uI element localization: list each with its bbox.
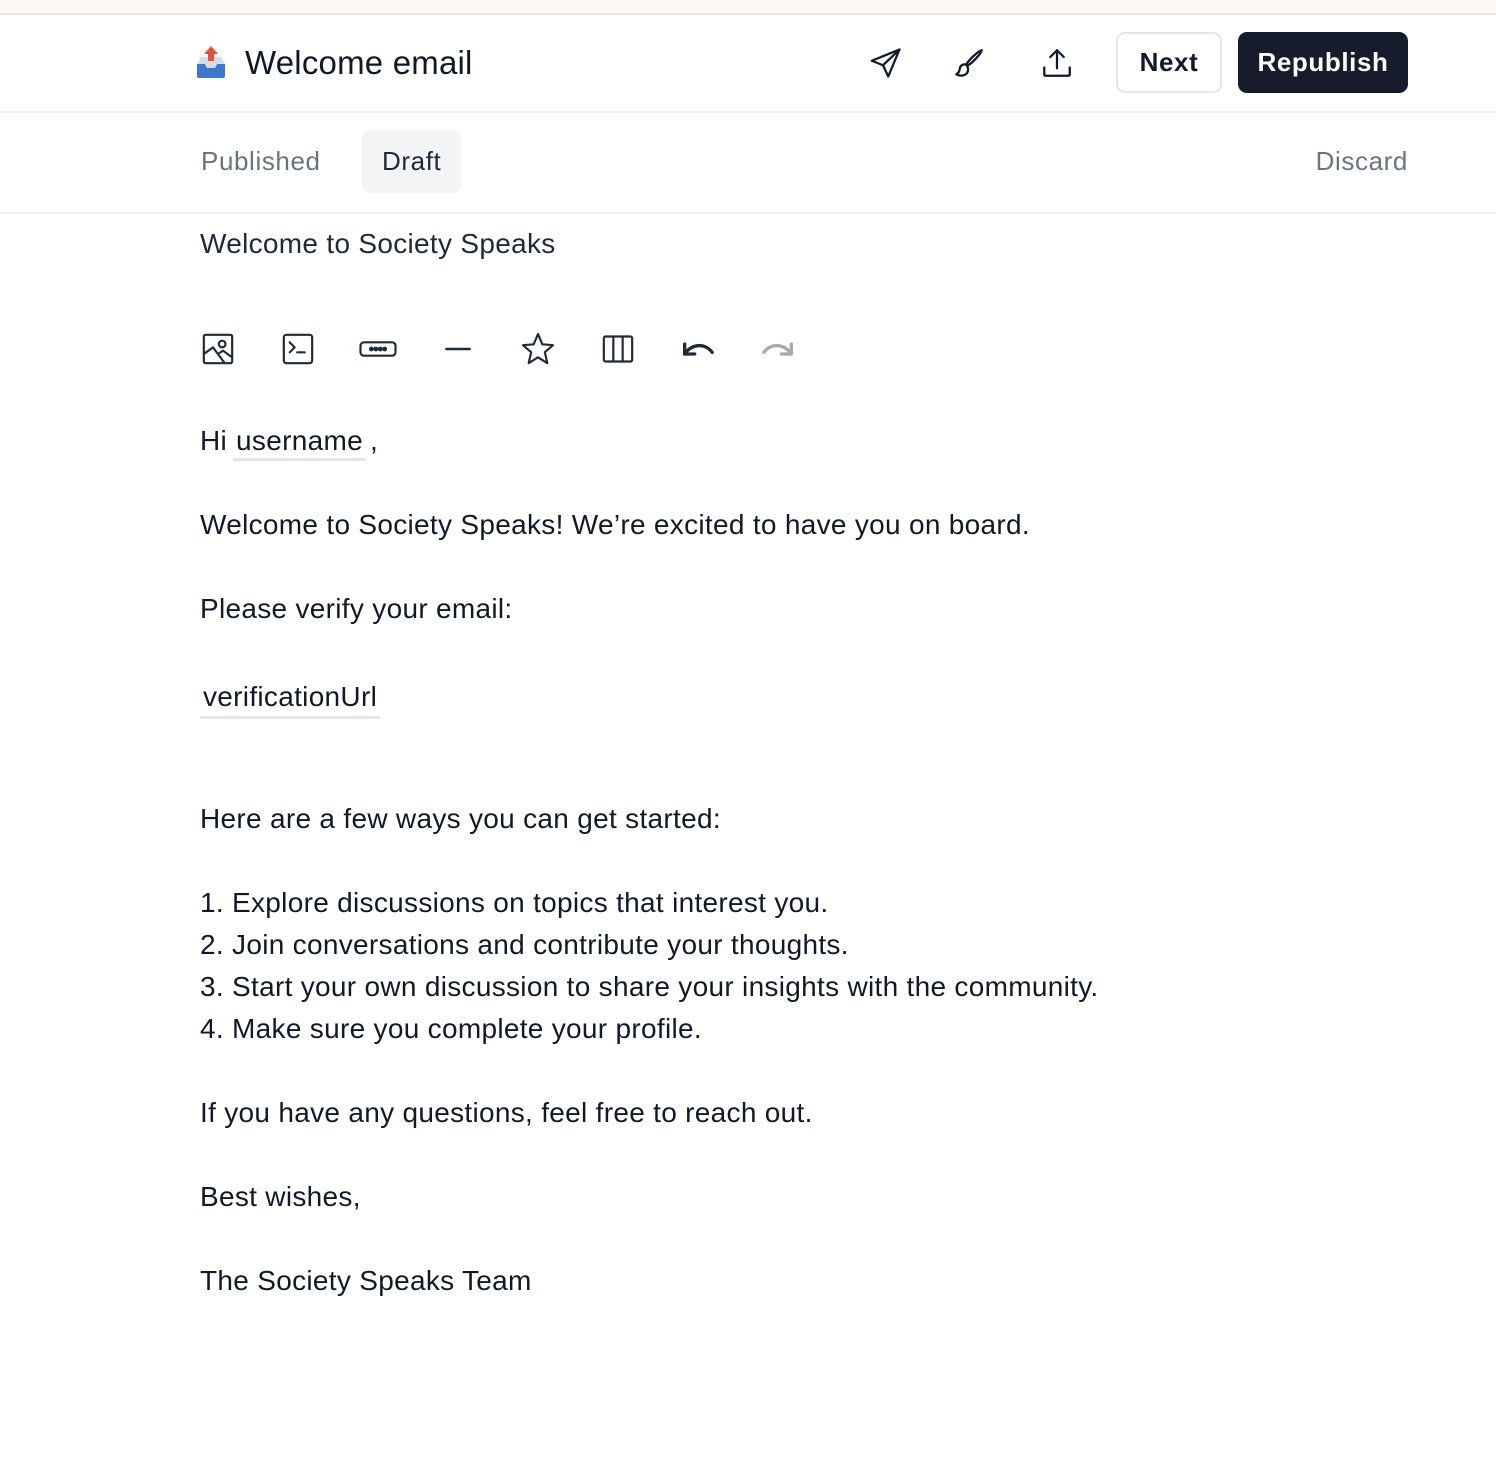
brush-icon [955,49,983,77]
button-icon [359,341,397,357]
tab-published[interactable]: Published [181,130,341,193]
image-icon [202,333,234,365]
insert-divider-button[interactable] [436,326,480,372]
republish-button[interactable]: Republish [1238,32,1408,93]
get-started-line: Here are a few ways you can get started: [200,803,721,834]
greeting-line: Hi username, [200,420,1300,462]
email-body[interactable]: Hi username, Welcome to Society Speaks! W… [200,420,1300,1302]
variable-chip-username[interactable]: username [233,424,366,461]
redo-icon [762,342,793,356]
star-icon [521,332,555,365]
insert-html-button[interactable] [276,326,320,372]
style-button[interactable] [945,39,993,87]
export-button[interactable] [1033,39,1081,87]
list-item: 4. Make sure you complete your profile. [200,1013,702,1044]
signoff-line: Best wishes, [200,1181,361,1212]
page-title: Welcome email [245,44,473,81]
next-button[interactable]: Next [1116,32,1222,93]
questions-line: If you have any questions, feel free to … [200,1097,813,1128]
verify-line: Please verify your email: [200,593,513,624]
greeting-suffix: , [369,425,379,456]
variable-chip-verification-url[interactable]: verificationUrl [200,678,381,719]
send-test-button[interactable] [862,39,910,87]
code-block-icon [282,333,314,365]
welcome-line: Welcome to Society Speaks! We’re excited… [200,509,1030,540]
email-subject[interactable]: Welcome to Society Speaks [200,228,556,260]
list-item: 3. Start your own discussion to share yo… [200,971,1099,1002]
version-tabs: Published Draft Discard [0,113,1496,214]
undo-icon [683,342,714,356]
list-item: 1. Explore discussions on topics that in… [200,887,829,918]
insert-image-button[interactable] [196,326,240,372]
undo-button[interactable] [676,326,720,372]
upload-icon [1043,49,1071,77]
greeting-prefix: Hi [200,425,228,456]
verification-line: verificationUrl [200,672,1300,720]
send-icon [870,48,901,78]
discard-button[interactable]: Discard [1316,130,1408,193]
insert-social-button[interactable] [516,326,560,372]
tab-draft[interactable]: Draft [362,130,462,193]
list-item: 2. Join conversations and contribute you… [200,929,849,960]
signature-line: The Society Speaks Team [200,1265,532,1296]
outbox-tray-icon [192,44,230,82]
columns-icon [602,335,634,363]
app-header: Welcome email Next Republish [0,15,1496,113]
insert-columns-button[interactable] [596,326,640,372]
redo-button[interactable] [756,326,800,372]
insert-button-button[interactable] [356,326,400,372]
divider-icon [445,347,471,351]
top-accent-strip [0,0,1496,15]
